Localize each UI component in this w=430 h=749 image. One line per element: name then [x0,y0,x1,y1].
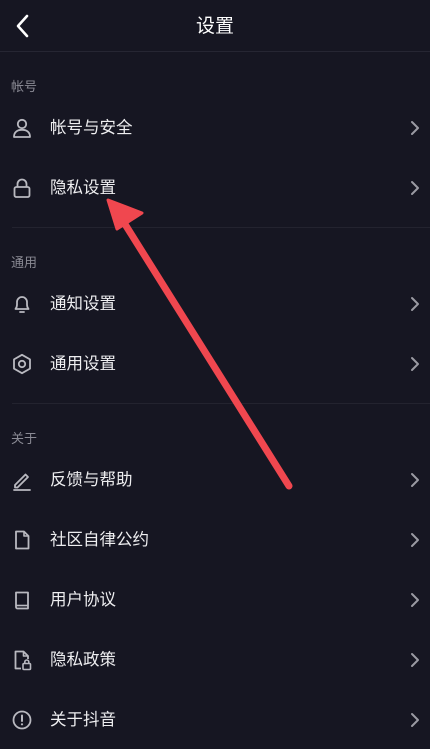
document-icon [15,530,30,550]
menu-item-label: 隐私政策 [50,650,116,669]
section-label-about: 关于 [11,432,38,447]
section-label-general: 通用 [11,256,38,271]
menu-item-label: 隐私设置 [50,178,116,197]
chevron-right-icon [411,473,419,487]
chevron-right-icon [411,593,419,607]
info-icon [12,710,32,730]
menu-item-account-security[interactable]: 帐号与安全 [0,99,430,157]
menu-item-feedback-help[interactable]: 反馈与帮助 [0,451,430,509]
menu-item-label: 通知设置 [50,294,116,313]
gear-icon [13,353,31,375]
section-divider [12,403,430,404]
menu-item-about[interactable]: 关于抖音 [0,691,430,749]
menu-item-label: 社区自律公约 [50,530,149,549]
menu-item-privacy-policy[interactable]: 隐私政策 [0,631,430,689]
section-label-account: 帐号 [11,80,38,95]
menu-item-label: 用户协议 [50,590,116,609]
chevron-right-icon [411,181,419,195]
chevron-right-icon [411,297,419,311]
bell-icon [14,296,30,313]
chevron-right-icon [411,121,419,135]
top-bar: 设置 [0,0,430,52]
menu-item-label: 通用设置 [50,354,116,373]
lock-icon [13,178,31,198]
chevron-right-icon [411,357,419,371]
menu-item-general-settings[interactable]: 通用设置 [0,335,430,393]
menu-item-label: 反馈与帮助 [50,470,133,489]
chevron-right-icon [411,533,419,547]
book-icon [15,591,29,610]
section-divider [12,227,430,228]
menu-item-notification-settings[interactable]: 通知设置 [0,275,430,333]
page-title: 设置 [195,15,234,37]
chevron-right-icon [411,653,419,667]
menu-item-label: 帐号与安全 [50,118,133,137]
document-lock-icon [14,650,32,671]
user-icon [13,118,31,138]
pencil-icon [13,473,31,491]
menu-item-label: 关于抖音 [50,710,116,729]
menu-item-community-guidelines[interactable]: 社区自律公约 [0,511,430,569]
menu-item-privacy-settings[interactable]: 隐私设置 [0,159,430,217]
menu-item-user-agreement[interactable]: 用户协议 [0,571,430,629]
chevron-right-icon [411,713,419,727]
